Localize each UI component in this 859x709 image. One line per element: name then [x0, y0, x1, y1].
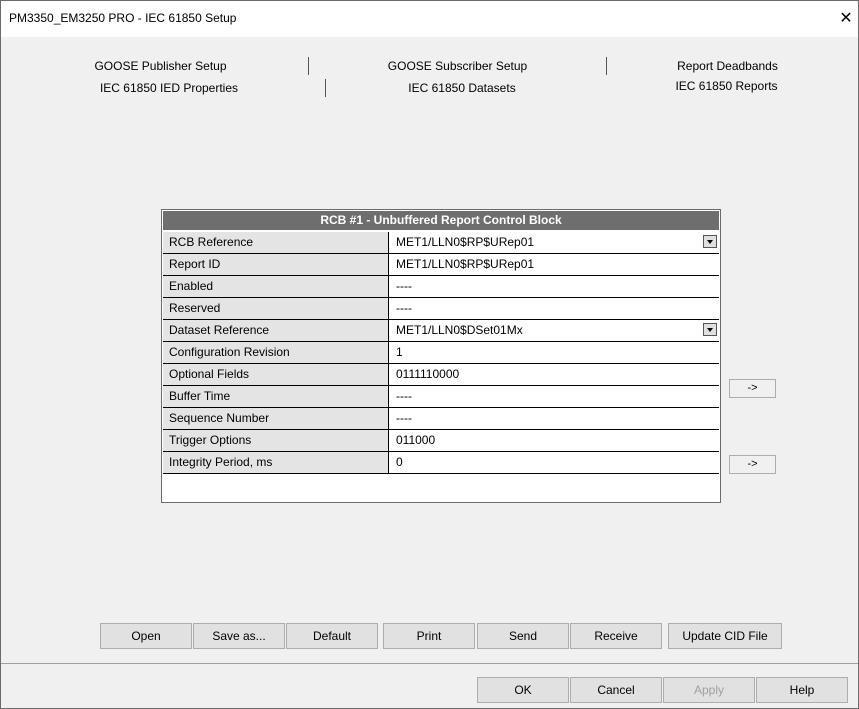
row-sequence-number: Sequence Number ----: [163, 408, 719, 430]
rcb-panel: RCB #1 - Unbuffered Report Control Block…: [161, 209, 721, 503]
trigger-options-edit-button[interactable]: ->: [729, 455, 776, 474]
row-optional-fields: Optional Fields 0111110000: [163, 364, 719, 386]
update-cid-file-button[interactable]: Update CID File: [668, 623, 782, 649]
cancel-button[interactable]: Cancel: [570, 677, 662, 703]
chevron-down-icon[interactable]: [703, 235, 717, 248]
row-label: Optional Fields: [163, 364, 389, 385]
integrity-period-field[interactable]: 0: [390, 452, 719, 473]
report-id-field[interactable]: MET1/LLN0$RP$URep01: [390, 254, 719, 275]
row-label: Configuration Revision: [163, 342, 389, 363]
optional-fields-field[interactable]: 0111110000: [390, 364, 719, 385]
window-title: PM3350_EM3250 PRO - IEC 61850 Setup: [9, 11, 237, 25]
row-report-id: Report ID MET1/LLN0$RP$URep01: [163, 254, 719, 276]
row-label: Enabled: [163, 276, 389, 297]
help-button[interactable]: Help: [756, 677, 848, 703]
row-buffer-time: Buffer Time ----: [163, 386, 719, 408]
row-integrity-period: Integrity Period, ms 0: [163, 452, 719, 474]
row-value: MET1/LLN0$RP$URep01: [396, 235, 535, 249]
row-dataset-reference: Dataset Reference MET1/LLN0$DSet01Mx: [163, 320, 719, 342]
tab-datasets[interactable]: IEC 61850 Datasets: [326, 79, 598, 97]
row-label: Integrity Period, ms: [163, 452, 389, 473]
row-label: RCB Reference: [163, 232, 389, 253]
titlebar: PM3350_EM3250 PRO - IEC 61850 Setup ✕: [1, 1, 858, 37]
row-config-revision: Configuration Revision 1: [163, 342, 719, 364]
chevron-down-icon[interactable]: [703, 323, 717, 336]
config-revision-field[interactable]: 1: [390, 342, 719, 363]
open-button[interactable]: Open: [100, 623, 192, 649]
close-icon[interactable]: ✕: [834, 7, 858, 31]
tab-strip: GOOSE Publisher Setup GOOSE Subscriber S…: [1, 57, 858, 101]
tab-report-deadbands[interactable]: Report Deadbands: [607, 57, 848, 75]
buffer-time-field[interactable]: ----: [390, 386, 719, 407]
send-button[interactable]: Send: [477, 623, 569, 649]
print-button[interactable]: Print: [383, 623, 475, 649]
receive-button[interactable]: Receive: [570, 623, 662, 649]
apply-button[interactable]: Apply: [663, 677, 755, 703]
row-trigger-options: Trigger Options 011000: [163, 430, 719, 452]
tab-ied-properties[interactable]: IEC 61850 IED Properties: [13, 79, 326, 97]
setup-window: PM3350_EM3250 PRO - IEC 61850 Setup ✕ GO…: [0, 0, 859, 709]
row-label: Sequence Number: [163, 408, 389, 429]
row-label: Report ID: [163, 254, 389, 275]
save-as-button[interactable]: Save as...: [193, 623, 285, 649]
row-enabled: Enabled ----: [163, 276, 719, 298]
sequence-number-field[interactable]: ----: [390, 408, 719, 429]
optional-fields-edit-button[interactable]: ->: [729, 379, 776, 398]
trigger-options-field[interactable]: 011000: [390, 430, 719, 451]
default-button[interactable]: Default: [286, 623, 378, 649]
panel-header: RCB #1 - Unbuffered Report Control Block: [163, 211, 719, 230]
row-label: Reserved: [163, 298, 389, 319]
tab-reports[interactable]: IEC 61850 Reports: [599, 77, 854, 95]
row-label: Buffer Time: [163, 386, 389, 407]
row-reserved: Reserved ----: [163, 298, 719, 320]
row-value: MET1/LLN0$DSet01Mx: [396, 323, 523, 337]
row-rcb-reference: RCB Reference MET1/LLN0$RP$URep01: [163, 232, 719, 254]
reserved-field[interactable]: ----: [390, 298, 719, 319]
ok-button[interactable]: OK: [477, 677, 569, 703]
rcb-reference-select[interactable]: MET1/LLN0$RP$URep01: [390, 232, 719, 253]
row-label: Dataset Reference: [163, 320, 389, 341]
tab-goose-publisher[interactable]: GOOSE Publisher Setup: [13, 57, 309, 75]
tab-goose-subscriber[interactable]: GOOSE Subscriber Setup: [309, 57, 607, 75]
row-label: Trigger Options: [163, 430, 389, 451]
footer-divider: [1, 663, 858, 664]
enabled-field[interactable]: ----: [390, 276, 719, 297]
dataset-reference-select[interactable]: MET1/LLN0$DSet01Mx: [390, 320, 719, 341]
